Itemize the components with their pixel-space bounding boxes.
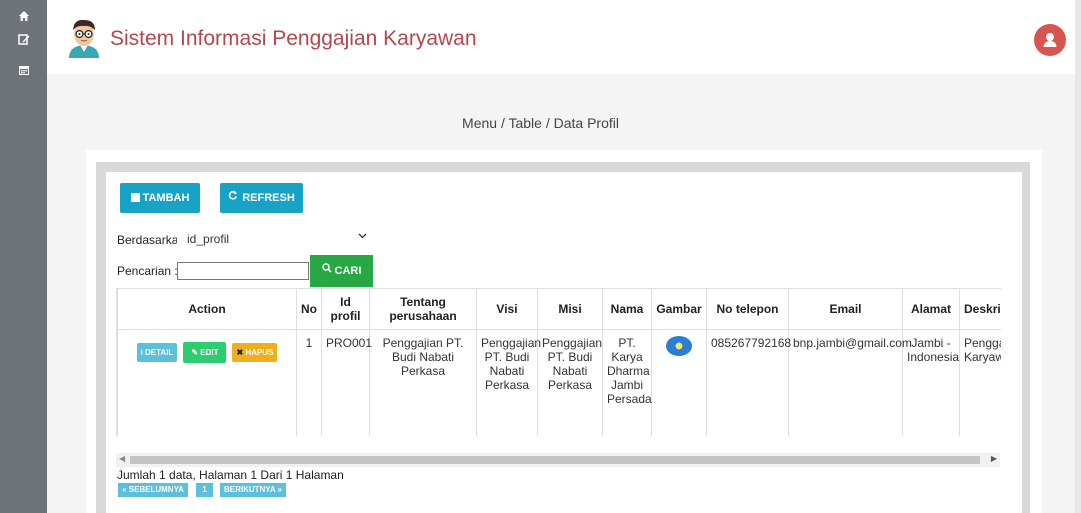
- column-header: Email: [788, 288, 903, 330]
- column-header: No: [296, 288, 322, 330]
- search-input[interactable]: [177, 262, 309, 280]
- cell-email: bnp.jambi@gmail.com: [788, 329, 912, 436]
- column-header: Alamat: [902, 288, 960, 330]
- cell-nama: PT. Karya Dharma Jambi Persada: [602, 329, 652, 436]
- breadcrumb: Menu / Table / Data Profil: [462, 115, 619, 131]
- filter-by-value: id_profil: [187, 232, 230, 246]
- edit-icon[interactable]: [0, 33, 47, 48]
- edit-icon: ✎: [191, 348, 201, 357]
- data-table: Action No Id profil Tentang perusahaan V…: [117, 288, 1001, 436]
- search-label: Pencarian :: [117, 264, 178, 278]
- search-icon: [321, 254, 332, 286]
- scroll-right-icon[interactable]: ▶: [991, 454, 997, 463]
- table-row: i DETAIL ✎ EDIT ✖ HAPUS 1 PRO001 Penggajia…: [117, 329, 1001, 436]
- cell-tentang: Penggajian PT. Budi Nabati Perkasa: [369, 329, 477, 436]
- column-header: Action: [117, 288, 297, 330]
- page-number-button[interactable]: 1: [196, 483, 213, 497]
- search-button[interactable]: CARI: [310, 255, 373, 287]
- company-logo-image: [666, 336, 692, 356]
- chevron-down-icon: [358, 231, 367, 243]
- plus-square-icon: [130, 192, 140, 210]
- table-header-row: Action No Id profil Tentang perusahaan V…: [117, 288, 1001, 330]
- cell-no-telepon: 085267792168: [706, 329, 791, 436]
- refresh-icon: [228, 182, 238, 212]
- horizontal-scrollbar[interactable]: ◀ ▶: [116, 453, 1000, 467]
- edit-button[interactable]: ✎ EDIT: [183, 342, 227, 363]
- column-header: Misi: [537, 288, 603, 330]
- column-header: Gambar: [651, 288, 707, 330]
- cell-deskripsi: Penggajian Karyawan: [959, 329, 1001, 436]
- page-scrollbar[interactable]: [1075, 0, 1081, 513]
- next-page-button[interactable]: BERIKUTNYA »: [220, 483, 286, 497]
- search-button-label: CARI: [334, 265, 362, 277]
- user-menu-button[interactable]: [1034, 24, 1066, 56]
- filter-by-select[interactable]: id_profil: [177, 227, 373, 251]
- column-header: No telepon: [706, 288, 789, 330]
- cell-gambar: [651, 329, 707, 436]
- data-table-container[interactable]: Action No Id profil Tentang perusahaan V…: [116, 288, 1001, 436]
- delete-button[interactable]: ✖ HAPUS: [232, 343, 278, 362]
- cell-no: 1: [296, 329, 322, 436]
- scrollbar-thumb[interactable]: [130, 456, 980, 464]
- app-title: Sistem Informasi Penggajian Karyawan: [110, 27, 477, 50]
- action-cell: i DETAIL ✎ EDIT ✖ HAPUS: [117, 329, 297, 436]
- column-header: Tentang perusahaan: [369, 288, 477, 330]
- cell-alamat: Jambi - Indonesia: [902, 329, 960, 436]
- home-icon[interactable]: [0, 10, 47, 25]
- column-header: Visi: [476, 288, 538, 330]
- cell-misi: Penggajian PT. Budi Nabati Perkasa: [537, 329, 603, 436]
- logo-avatar-icon: [64, 16, 104, 58]
- sidebar: [0, 0, 47, 513]
- prev-page-button[interactable]: « SEBELUMNYA: [118, 483, 188, 497]
- cell-id-profil: PRO001: [321, 329, 372, 436]
- add-button-label: TAMBAH: [142, 192, 190, 204]
- refresh-button-label: REFRESH: [242, 192, 295, 204]
- scroll-left-icon[interactable]: ◀: [119, 454, 125, 463]
- cell-visi: Penggajian PT. Budi Nabati Perkasa: [476, 329, 541, 436]
- column-header: Deskrips: [959, 288, 1001, 330]
- column-header: Nama: [602, 288, 652, 330]
- user-icon: [1043, 33, 1057, 47]
- calendar-icon[interactable]: [0, 64, 47, 79]
- refresh-button[interactable]: REFRESH: [220, 183, 303, 213]
- detail-button[interactable]: i DETAIL: [136, 343, 178, 362]
- add-button[interactable]: TAMBAH: [120, 183, 200, 213]
- pagination-summary: Jumlah 1 data, Halaman 1 Dari 1 Halaman: [117, 468, 344, 482]
- column-header: Id profil: [321, 288, 370, 330]
